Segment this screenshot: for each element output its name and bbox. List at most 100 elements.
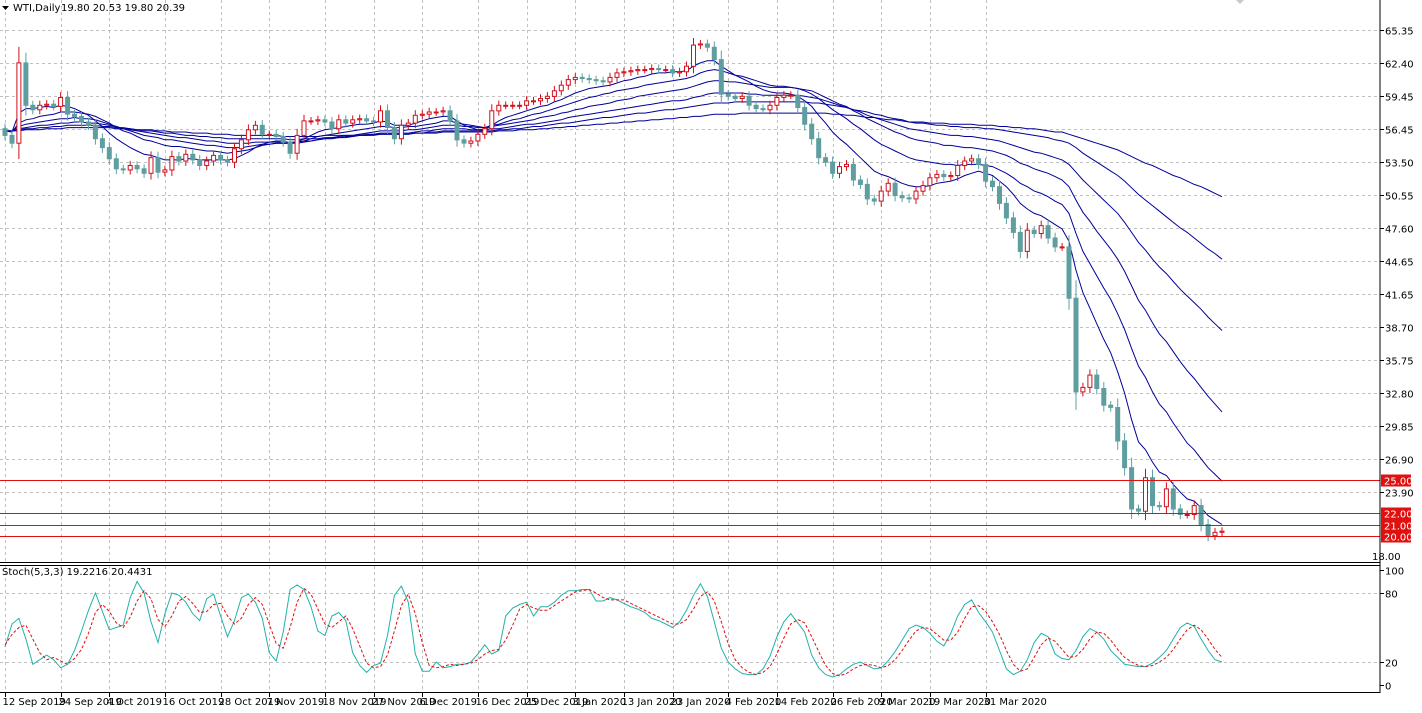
candle-body xyxy=(176,156,182,162)
price-tick-label: 38.70 xyxy=(1385,324,1414,335)
candle-body xyxy=(336,119,342,130)
candle-body xyxy=(635,69,641,72)
candle-body xyxy=(1170,488,1176,510)
candle-body xyxy=(1108,404,1114,408)
candle-body xyxy=(795,94,801,108)
candle-body xyxy=(391,127,397,140)
candle-body xyxy=(419,113,425,116)
candle-body xyxy=(1198,505,1204,526)
candle-body xyxy=(941,173,947,178)
candle-body xyxy=(211,154,217,162)
candle-body xyxy=(447,110,453,122)
candle-body xyxy=(510,104,516,107)
candle-body xyxy=(837,166,842,174)
price-tick-label: 62.40 xyxy=(1385,60,1414,71)
candle-body xyxy=(788,94,794,97)
candle-body xyxy=(1003,202,1009,219)
time-tick-label: 3 Jan 2020 xyxy=(573,697,627,708)
price-level-tag-label: 25.00 xyxy=(1384,477,1413,488)
price-scale[interactable]: 65.35 62.40 59.45 56.45 53.50 50.55 47.60 44.65… xyxy=(1380,27,1414,500)
candle-body xyxy=(850,163,856,181)
time-tick-label: 7 Nov 2019 xyxy=(267,697,325,708)
candle-body xyxy=(809,123,815,140)
candle-body xyxy=(482,128,488,135)
candle-body xyxy=(614,72,620,78)
candle-body xyxy=(343,119,349,124)
time-tick-label: 23 Jan 2020 xyxy=(671,697,731,708)
candle-body xyxy=(586,78,592,81)
candle-body xyxy=(670,69,676,74)
candle-body xyxy=(183,153,189,162)
candle-body xyxy=(864,183,870,200)
candle-body xyxy=(878,190,884,202)
price-tick-label: 47.60 xyxy=(1385,225,1414,236)
candle-body xyxy=(79,115,84,123)
candle-body xyxy=(86,121,91,126)
candle-body xyxy=(1024,229,1030,252)
candle-body xyxy=(551,90,557,97)
candle-body xyxy=(1205,524,1211,537)
candle-body xyxy=(99,138,105,149)
candle-body xyxy=(1136,508,1141,512)
candle-body xyxy=(906,197,912,200)
candle-body xyxy=(572,76,578,81)
candle-body xyxy=(454,120,460,141)
candle-body xyxy=(677,71,683,74)
candle-body xyxy=(1101,388,1107,406)
candle-body xyxy=(1143,477,1148,512)
candle-body xyxy=(155,157,161,173)
chart-window: 65.35 62.40 59.45 56.45 53.50 50.55 47.60 44.65… xyxy=(0,0,1422,713)
price-level-tag-label: 22.00 xyxy=(1384,510,1413,521)
candle-body xyxy=(162,169,168,173)
price-tick-label: 35.75 xyxy=(1385,357,1414,368)
candle-body xyxy=(600,80,606,83)
candle-body xyxy=(204,160,210,166)
candle-body xyxy=(913,190,919,200)
candle-body xyxy=(350,119,356,124)
candle-body xyxy=(23,62,29,106)
candle-body xyxy=(475,133,481,142)
candle-body xyxy=(364,118,370,122)
candle-body xyxy=(489,110,495,130)
time-tick-label: 4 Oct 2019 xyxy=(107,697,162,708)
candle-body xyxy=(134,165,140,170)
candle-body xyxy=(1087,374,1093,388)
candle-body xyxy=(1010,217,1016,233)
candle-body xyxy=(113,158,119,170)
candle-body xyxy=(691,44,696,67)
candle-body xyxy=(774,97,780,106)
candle-body xyxy=(1122,440,1128,469)
candle-body xyxy=(238,139,244,150)
candle-body xyxy=(169,156,175,171)
candle-body xyxy=(593,79,599,82)
candle-body xyxy=(9,134,15,144)
candle-body xyxy=(558,84,564,92)
indicator-tick-label: 100 xyxy=(1385,567,1404,578)
candle-body xyxy=(218,154,224,161)
time-tick-label: 6 Dec 2019 xyxy=(420,697,478,708)
candle-body xyxy=(232,148,237,163)
price-tick-label: 50.55 xyxy=(1385,192,1414,203)
candle-body xyxy=(120,168,126,171)
candle-body xyxy=(58,97,64,107)
candle-body xyxy=(920,185,926,192)
candle-body xyxy=(816,138,822,159)
chart-symbol: WTI,Daily xyxy=(13,3,61,14)
candle-body xyxy=(378,110,383,123)
candle-body xyxy=(538,98,543,102)
candle-body xyxy=(1073,297,1079,393)
candle-body xyxy=(1031,229,1037,234)
candle-body xyxy=(503,104,509,107)
candle-body xyxy=(746,95,752,106)
candle-body xyxy=(927,177,933,187)
candle-body xyxy=(385,110,390,129)
candle-body xyxy=(440,110,446,113)
candle-body xyxy=(1038,225,1044,234)
candle-body xyxy=(106,147,112,160)
candle-body xyxy=(245,129,251,141)
candle-body xyxy=(72,113,77,117)
candle-body xyxy=(426,111,432,115)
indicator-tick-label: 20 xyxy=(1385,659,1398,670)
candle-body xyxy=(1094,374,1100,390)
candle-body xyxy=(1066,246,1072,299)
